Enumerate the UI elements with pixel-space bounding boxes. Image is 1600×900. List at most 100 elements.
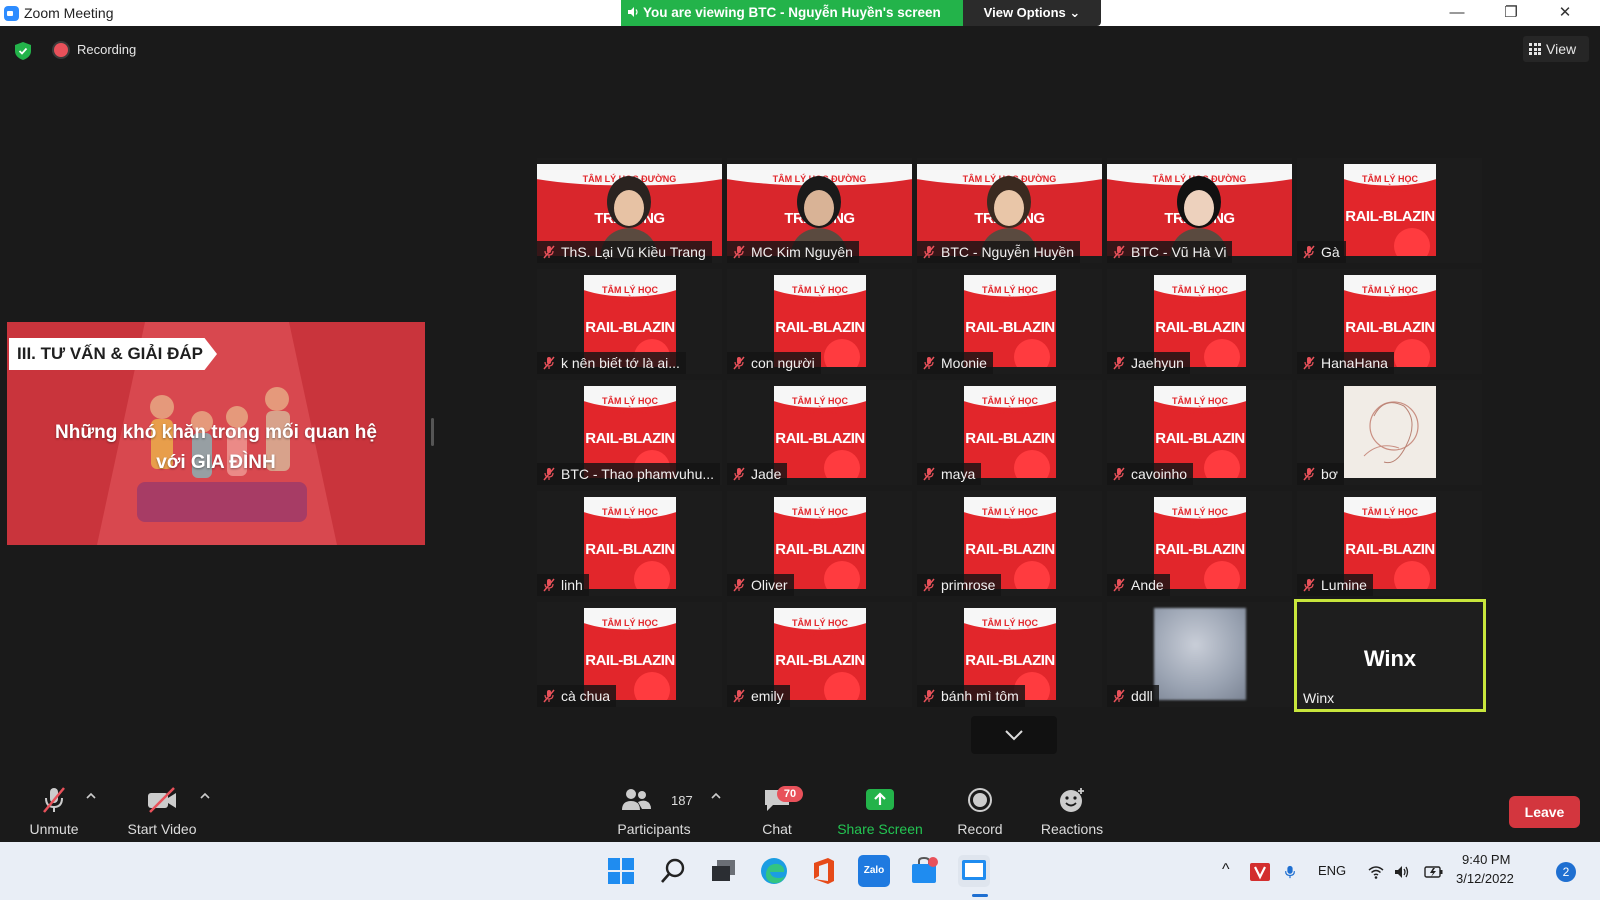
microphone-tray-icon[interactable]	[1282, 865, 1298, 879]
recording-indicator-icon[interactable]	[54, 43, 68, 57]
window-title: Zoom Meeting	[24, 5, 114, 21]
unmute-button[interactable]: Unmute	[20, 778, 88, 842]
decorative-circle	[1394, 561, 1430, 589]
share-screen-button[interactable]: Share Screen	[832, 778, 928, 842]
participant-tile[interactable]: TÂM LÝ HỌC ĐƯỜNG RAIL-BLAZIN cà chua	[537, 602, 722, 707]
participant-name-bar: BTC - Thao phamvuhu...	[537, 463, 721, 485]
microphone-muted-icon	[1303, 467, 1315, 481]
video-options-caret-icon[interactable]	[200, 792, 210, 800]
microsoft-store-icon[interactable]	[908, 855, 940, 887]
participant-tile[interactable]: TÂM LÝ HỌC ĐƯỜNG RAIL-BLAZIN bánh mì tôm	[917, 602, 1102, 707]
participant-tile[interactable]: ddll	[1107, 602, 1292, 707]
decorative-circle	[634, 672, 670, 700]
microphone-muted-icon	[923, 245, 935, 259]
clock-date[interactable]: 3/12/2022	[1456, 871, 1514, 886]
zalo-app-icon[interactable]: Zalo	[858, 855, 890, 887]
close-button[interactable]: ✕	[1542, 2, 1588, 24]
participant-tile[interactable]: TÂM LÝ HỌC ĐƯỜNG RAIL-BLAZIN primrose	[917, 491, 1102, 596]
participant-tile[interactable]: TÂM LÝ HỌC ĐƯỜNG RAIL-BLAZIN Lumine	[1297, 491, 1482, 596]
event-logo-text: TÂM LÝ HỌC ĐƯỜNG	[602, 396, 658, 416]
share-screen-label: Share Screen	[837, 821, 923, 837]
participant-name: Winx	[1303, 690, 1335, 706]
view-options-label: View Options	[983, 5, 1066, 20]
microphone-muted-icon	[1113, 689, 1125, 703]
participant-tile[interactable]: TÂM LÝ HỌC ĐƯỜNG RAIL-BLAZIN HanaHana	[1297, 269, 1482, 374]
participant-name: maya	[941, 466, 976, 482]
decorative-circle	[824, 561, 860, 589]
participant-tile[interactable]: TÂM LÝ HỌC ĐƯỜNGTRAIL INGThS. Lại Vũ Kiề…	[537, 158, 722, 263]
participants-icon	[621, 789, 651, 810]
participants-button[interactable]: Participants	[612, 778, 696, 842]
restore-button[interactable]: ❐	[1488, 2, 1534, 24]
participant-tile[interactable]: TÂM LÝ HỌC ĐƯỜNG RAIL-BLAZIN Oliver	[727, 491, 912, 596]
participant-tile[interactable]: TÂM LÝ HỌC ĐƯỜNG RAIL-BLAZIN BTC - Thao ph…	[537, 380, 722, 485]
participant-name: k nên biết tớ là ai...	[561, 355, 680, 371]
participant-name-bar: bánh mì tôm	[917, 685, 1025, 707]
reactions-smiley-icon	[1060, 788, 1084, 812]
encryption-shield-icon[interactable]	[15, 42, 31, 60]
event-banner-text: RAIL-BLAZIN	[1345, 319, 1435, 336]
antivirus-tray-icon[interactable]	[1250, 863, 1270, 881]
event-logo-text: TÂM LÝ HỌC ĐƯỜNG	[1362, 507, 1418, 527]
event-logo-text: TÂM LÝ HỌC ĐƯỜNG	[1172, 285, 1228, 305]
task-view-icon[interactable]	[708, 855, 740, 887]
office-icon[interactable]	[808, 855, 840, 887]
windows-start-icon[interactable]	[605, 855, 637, 887]
participant-avatar-sketch	[1344, 386, 1436, 478]
search-icon[interactable]	[657, 855, 689, 887]
participant-tile[interactable]: TÂM LÝ HỌC ĐƯỜNGTRAIL INGMC Kim Nguyên	[727, 158, 912, 263]
participant-tile[interactable]: Winx Winx	[1294, 599, 1486, 712]
audio-options-caret-icon[interactable]	[86, 792, 96, 800]
battery-charging-icon[interactable]	[1424, 865, 1444, 879]
microphone-muted-icon	[1303, 245, 1315, 259]
participant-tile[interactable]: TÂM LÝ HỌC ĐƯỜNG RAIL-BLAZIN cavoinho	[1107, 380, 1292, 485]
participant-name: bánh mì tôm	[941, 688, 1019, 704]
edge-browser-icon[interactable]	[758, 855, 790, 887]
leave-meeting-button[interactable]: Leave	[1509, 796, 1580, 828]
participant-name: ThS. Lại Vũ Kiều Trang	[561, 244, 706, 260]
participant-tile[interactable]: TÂM LÝ HỌC ĐƯỜNG RAIL-BLAZIN Ande	[1107, 491, 1292, 596]
clock-time[interactable]: 9:40 PM	[1462, 852, 1510, 867]
participant-tile[interactable]: TÂM LÝ HỌC ĐƯỜNGTRAIL INGBTC - Vũ Hà Vi	[1107, 158, 1292, 263]
participant-tile[interactable]: TÂM LÝ HỌC ĐƯỜNGTRAIL INGBTC - Nguyễn Hu…	[917, 158, 1102, 263]
view-layout-button[interactable]: View	[1523, 36, 1589, 62]
decorative-circle	[634, 561, 670, 589]
participant-tile[interactable]: TÂM LÝ HỌC ĐƯỜNG RAIL-BLAZIN maya	[917, 380, 1102, 485]
participant-tile[interactable]: TÂM LÝ HỌC ĐƯỜNG RAIL-BLAZIN con người	[727, 269, 912, 374]
windows-taskbar: Zalo ^ ENG 9:40 PM 3/12/2022	[0, 842, 1600, 900]
participant-tile[interactable]: TÂM LÝ HỌC ĐƯỜNG RAIL-BLAZIN Moonie	[917, 269, 1102, 374]
reactions-button[interactable]: Reactions	[1030, 778, 1114, 842]
participant-tile[interactable]: TÂM LÝ HỌC ĐƯỜNG RAIL-BLAZIN Jaehyun	[1107, 269, 1292, 374]
participant-tile[interactable]: TÂM LÝ HỌC ĐƯỜNG RAIL-BLAZIN Jade	[727, 380, 912, 485]
view-options-button[interactable]: View Options ⌄	[963, 0, 1101, 26]
start-video-button[interactable]: Start Video	[118, 778, 206, 842]
microphone-muted-icon	[543, 578, 555, 592]
participant-tile[interactable]: TÂM LÝ HỌC ĐƯỜNG RAIL-BLAZIN linh	[537, 491, 722, 596]
participant-tile[interactable]: TÂM LÝ HỌC ĐƯỜNG RAIL-BLAZIN k nên biết tớ…	[537, 269, 722, 374]
event-banner-text: RAIL-BLAZIN	[965, 652, 1055, 669]
participant-tile[interactable]: bơ	[1297, 380, 1482, 485]
tray-expand-icon[interactable]: ^	[1222, 861, 1230, 879]
event-logo-text: TÂM LÝ HỌC ĐƯỜNG	[1362, 174, 1418, 194]
decorative-circle	[1014, 339, 1050, 367]
participant-tile[interactable]: TÂM LÝ HỌC ĐƯỜNG RAIL-BLAZIN Gà	[1297, 158, 1482, 263]
microphone-muted-icon	[543, 245, 555, 259]
notification-count-badge[interactable]: 2	[1556, 862, 1576, 882]
record-button[interactable]: Record	[948, 778, 1012, 842]
participant-gallery: TÂM LÝ HỌC ĐƯỜNGTRAIL INGThS. Lại Vũ Kiề…	[537, 158, 1497, 718]
minimize-button[interactable]: —	[1434, 2, 1480, 24]
microphone-muted-icon	[543, 467, 555, 481]
decorative-circle	[1394, 339, 1430, 367]
input-language[interactable]: ENG	[1318, 863, 1346, 878]
participant-name: con người	[751, 355, 815, 371]
zoom-taskbar-icon[interactable]	[958, 855, 990, 887]
participant-tile[interactable]: TÂM LÝ HỌC ĐƯỜNG RAIL-BLAZIN emily	[727, 602, 912, 707]
participants-options-caret-icon[interactable]	[711, 792, 721, 800]
volume-icon[interactable]	[1394, 865, 1410, 879]
wifi-icon[interactable]	[1368, 865, 1384, 879]
event-banner-text: RAIL-BLAZIN	[775, 652, 865, 669]
microphone-muted-icon	[1303, 356, 1315, 370]
next-page-button[interactable]	[971, 716, 1057, 754]
microphone-muted-icon	[923, 356, 935, 370]
split-view-resize-handle[interactable]	[431, 418, 434, 446]
